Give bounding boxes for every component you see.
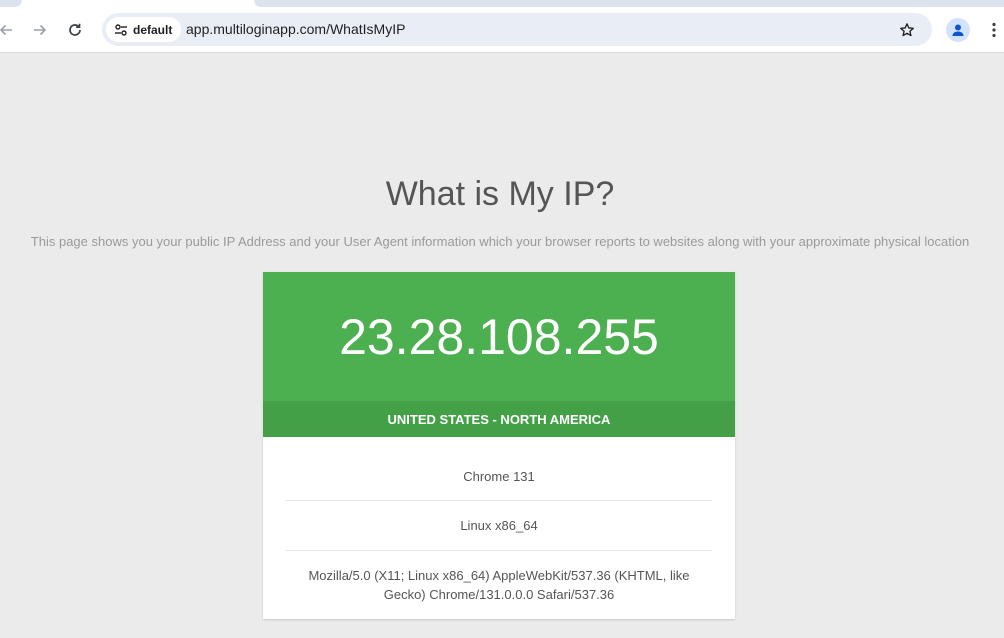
- site-settings-icon: [115, 23, 127, 36]
- user-agent-info: Mozilla/5.0 (X11; Linux x86_64) AppleWeb…: [308, 568, 690, 602]
- page-description: This page shows you your public IP Addre…: [30, 234, 970, 249]
- browser-toolbar: default app.multiloginapp.com/WhatIsMyIP: [0, 8, 1004, 53]
- tab-left[interactable]: [0, 0, 22, 7]
- forward-button[interactable]: [28, 18, 52, 42]
- profile-chip-label: default: [133, 22, 173, 37]
- kebab-menu-icon: [992, 22, 996, 38]
- site-info-chip[interactable]: default: [106, 17, 182, 42]
- client-info-list: Chrome 131 Linux x86_64 Mozilla/5.0 (X11…: [263, 437, 735, 619]
- url-text[interactable]: app.multiloginapp.com/WhatIsMyIP: [186, 21, 405, 37]
- reload-icon: [69, 23, 81, 36]
- browser-info: Chrome 131: [286, 437, 712, 501]
- page-title: What is My IP?: [385, 175, 615, 213]
- tab-strip: [0, 0, 1004, 8]
- star-icon: [900, 23, 914, 37]
- ip-info-card: 23.28.108.255 UNITED STATES - NORTH AMER…: [263, 272, 735, 619]
- address-bar[interactable]: default app.multiloginapp.com/WhatIsMyIP: [102, 13, 932, 46]
- region-label: UNITED STATES - NORTH AMERICA: [263, 401, 735, 437]
- back-button[interactable]: [0, 18, 18, 42]
- forward-arrow-icon: [34, 24, 47, 36]
- ip-address-display: 23.28.108.255: [263, 272, 735, 401]
- profile-icon: [952, 24, 964, 36]
- bookmark-button[interactable]: [896, 19, 918, 41]
- reload-button[interactable]: [63, 18, 87, 42]
- profile-button[interactable]: [946, 18, 970, 42]
- browser-menu-button[interactable]: [984, 18, 1004, 42]
- tab-right[interactable]: [254, 0, 1004, 7]
- platform-info: Linux x86_64: [286, 501, 712, 551]
- back-arrow-icon: [0, 24, 12, 36]
